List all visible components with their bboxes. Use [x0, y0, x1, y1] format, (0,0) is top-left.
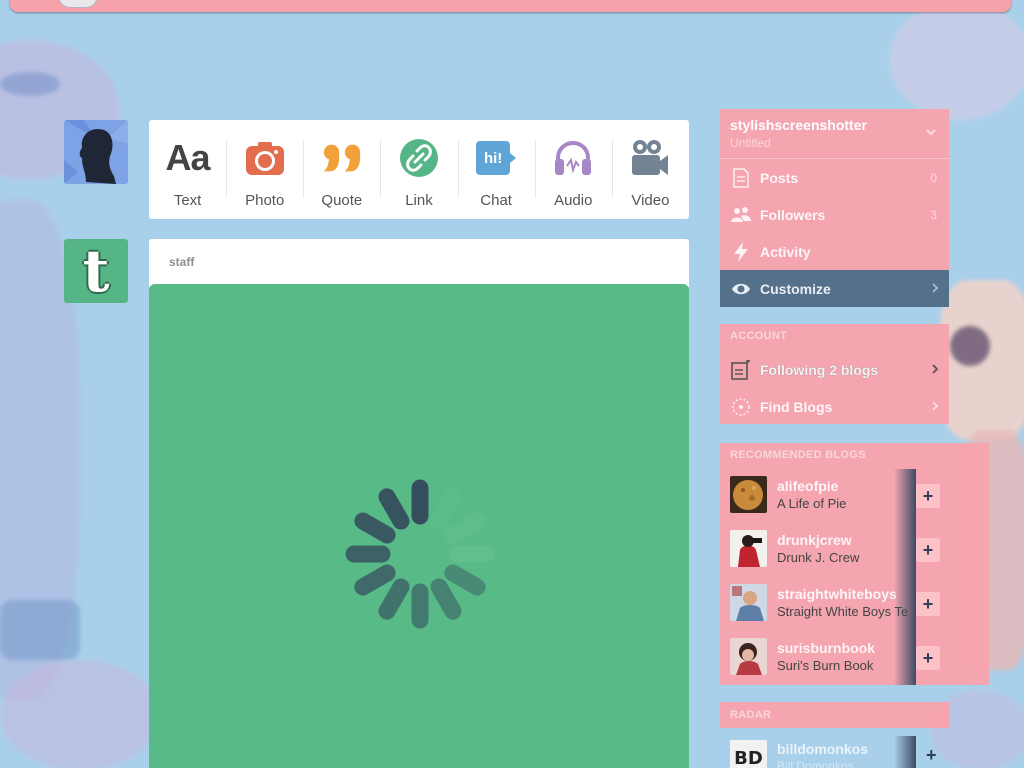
- chat-icon: hi!: [476, 138, 517, 178]
- spinner-segment: [444, 512, 486, 544]
- blog-avatar[interactable]: [730, 530, 767, 567]
- chat-icon-text: hi!: [483, 149, 503, 167]
- people-icon: [730, 204, 752, 226]
- blog-avatar[interactable]: [730, 638, 767, 675]
- sidebar-item-following[interactable]: Following 2 blogs: [720, 351, 949, 388]
- post-type-chat[interactable]: hi! Chat: [457, 120, 535, 219]
- recommended-blogs: RECOMMENDED BLOGS alifeofpie A Life of P…: [720, 443, 989, 685]
- chevron-right-icon: [932, 401, 939, 411]
- post-type-audio[interactable]: Audio: [534, 120, 612, 219]
- headphones-icon: [553, 138, 593, 178]
- user-silhouette-icon: [64, 120, 128, 184]
- radar-blog-avatar[interactable]: BD: [730, 740, 767, 768]
- post-header: staff: [149, 239, 689, 287]
- follow-button[interactable]: +: [916, 592, 940, 616]
- post-type-quote[interactable]: Quote: [303, 120, 380, 219]
- sidebar-item-count: 3: [930, 207, 937, 222]
- post-type-video[interactable]: Video: [611, 120, 689, 219]
- spinner-segment: [354, 512, 396, 544]
- fade-overlay: [894, 523, 916, 577]
- account-section-header: ACCOUNT: [720, 324, 949, 348]
- blog-name[interactable]: billdomonkos: [777, 741, 868, 757]
- post-type-text[interactable]: Aa Text: [149, 120, 226, 219]
- radar-blog-item[interactable]: BD billdomonkos Bill Domonkos +: [720, 736, 960, 768]
- following-icon: [730, 359, 752, 381]
- post-type-label: Audio: [554, 192, 593, 209]
- blog-subtitle: Untitled: [730, 136, 771, 150]
- sidebar-item-followers[interactable]: Followers 3: [720, 196, 949, 233]
- blog-title: Bill Domonkos: [777, 759, 854, 768]
- post-type-photo[interactable]: Photo: [226, 120, 303, 219]
- recommended-header: RECOMMENDED BLOGS: [730, 449, 866, 461]
- post-type-label: Photo: [245, 192, 285, 209]
- follow-button[interactable]: +: [916, 538, 940, 562]
- recommended-blog-item[interactable]: surisburnbook Suri's Burn Book +: [720, 631, 989, 685]
- eye-icon: [730, 278, 752, 300]
- sidebar-item-label: Followers: [760, 206, 826, 223]
- spinner-segment: [354, 564, 396, 596]
- blog-avatar[interactable]: [730, 476, 767, 513]
- post-type-label: Quote: [321, 192, 363, 209]
- sidebar-item-find-blogs[interactable]: Find Blogs: [720, 388, 949, 425]
- post-type-label: Link: [405, 192, 433, 209]
- post-type-label: Video: [631, 192, 670, 209]
- post-type-link[interactable]: Link: [380, 120, 457, 219]
- spinner-segment: [444, 564, 486, 596]
- video-camera-icon: [630, 138, 670, 178]
- chevron-down-icon: [926, 129, 936, 136]
- sidebar-item-count: 0: [930, 170, 937, 185]
- blog-switcher[interactable]: stylishscreenshotter Untitled: [720, 109, 949, 159]
- sidebar-item-customize[interactable]: Customize: [720, 270, 949, 307]
- sidebar-item-label: Posts: [760, 169, 799, 186]
- spinner-segment: [378, 488, 410, 530]
- logo-icon[interactable]: [58, 0, 98, 8]
- link-icon: [399, 138, 439, 178]
- text-icon: Aa: [165, 137, 211, 178]
- document-icon: [730, 167, 752, 189]
- tumblr-letter: t: [82, 239, 110, 303]
- recommended-blog-item[interactable]: drunkjcrew Drunk J. Crew +: [720, 523, 989, 577]
- loading-spinner-icon: [345, 479, 495, 629]
- post-type-label: Chat: [480, 192, 512, 209]
- spinner-segment: [378, 578, 410, 620]
- quote-icon: [322, 138, 362, 178]
- radar-section-header: RADAR: [720, 702, 949, 728]
- staff-avatar[interactable]: t: [64, 239, 128, 303]
- chevron-right-icon: [932, 283, 939, 293]
- sidebar-item-label: Following 2 blogs: [760, 361, 879, 378]
- user-avatar[interactable]: [64, 120, 128, 184]
- compass-icon: [730, 396, 752, 418]
- top-navigation-bar: [10, 0, 1011, 12]
- sidebar-item-activity[interactable]: Activity: [720, 233, 949, 270]
- recommended-blog-item[interactable]: straightwhiteboys Straight White Boys Te…: [720, 577, 989, 631]
- lightning-icon: [730, 241, 752, 263]
- blog-avatar[interactable]: [730, 584, 767, 621]
- fade-overlay: [894, 577, 916, 631]
- post-author-link[interactable]: staff: [169, 255, 194, 269]
- recommended-blog-item[interactable]: alifeofpie A Life of Pie +: [720, 469, 989, 523]
- sidebar-item-posts[interactable]: Posts 0: [720, 159, 949, 196]
- camera-icon: [245, 138, 285, 178]
- post-type-label: Text: [173, 192, 202, 209]
- follow-button[interactable]: +: [916, 646, 940, 670]
- fade-overlay: [894, 631, 916, 685]
- chevron-right-icon: [932, 364, 939, 374]
- spinner-segment: [430, 578, 462, 620]
- follow-button[interactable]: +: [926, 745, 937, 766]
- post-type-bar: Aa Text Photo Quote Link hi! Chat Audio …: [149, 120, 689, 219]
- fade-overlay: [894, 469, 916, 523]
- blog-name: stylishscreenshotter: [730, 117, 867, 133]
- sidebar-item-label: Customize: [760, 280, 831, 297]
- sidebar-item-label: Find Blogs: [760, 398, 833, 415]
- fade-overlay: [894, 736, 916, 768]
- spinner-segment: [430, 488, 462, 530]
- follow-button[interactable]: +: [916, 484, 940, 508]
- sidebar-item-label: Activity: [760, 243, 811, 260]
